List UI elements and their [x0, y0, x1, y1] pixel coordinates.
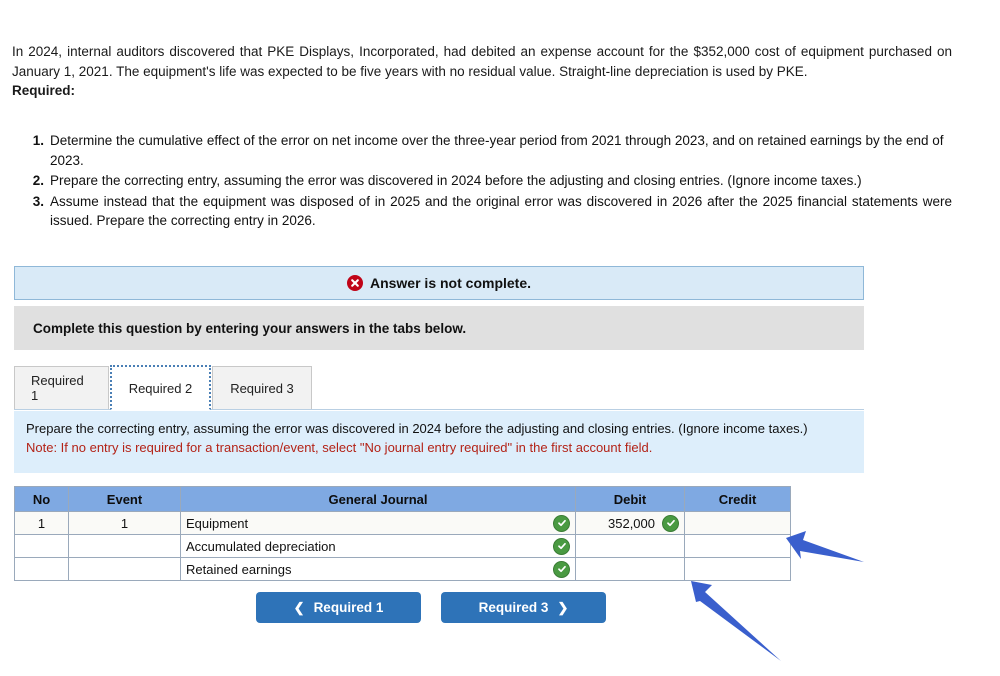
error-circle-x-icon — [346, 275, 363, 291]
requirements-list: 1. Determine the cumulative effect of th… — [22, 131, 952, 232]
next-required-button[interactable]: Required 3 ❯ — [441, 592, 606, 623]
journal-table-body: 1 1 Equipment 352,000 Accumulated deprec… — [14, 511, 791, 581]
tab-strip: Required 1 Required 2 Required 3 — [14, 365, 864, 410]
list-item-number: 1. — [32, 133, 44, 148]
tab-required-1[interactable]: Required 1 — [14, 366, 109, 409]
cell-general-journal[interactable]: Equipment — [180, 511, 576, 535]
cell-no — [14, 534, 69, 558]
tab-label: Required 3 — [230, 380, 294, 396]
column-header-no: No — [14, 486, 69, 512]
journal-table-head: No Event General Journal Debit Credit — [14, 486, 791, 512]
table-row: Retained earnings — [14, 557, 791, 581]
list-item: 2. Prepare the correcting entry, assumin… — [22, 171, 952, 191]
debit-amount: 352,000 — [608, 515, 655, 531]
answer-status-content: Answer is not complete. — [346, 275, 532, 291]
instruction-bar-text: Complete this question by entering your … — [33, 320, 467, 336]
answer-status-text: Answer is not complete. — [369, 275, 532, 291]
next-button-label: Required 3 — [478, 600, 549, 615]
list-item-text: Determine the cumulative effect of the e… — [50, 133, 944, 168]
cell-no: 1 — [14, 511, 69, 535]
tab-label: Required 1 — [31, 373, 84, 403]
annotation-arrow-credit-row-3 — [691, 581, 781, 661]
journal-table-header-row: No Event General Journal Debit Credit — [14, 486, 791, 512]
cell-debit[interactable] — [575, 557, 685, 581]
question-page: In 2024, internal auditors discovered th… — [0, 0, 1000, 676]
cell-event — [68, 534, 181, 558]
cell-event — [68, 557, 181, 581]
required-label: Required: — [12, 83, 76, 98]
valid-check-icon — [553, 560, 570, 578]
valid-check-icon — [553, 537, 570, 555]
intro-paragraph: In 2024, internal auditors discovered th… — [12, 44, 952, 79]
cell-credit[interactable] — [684, 557, 791, 581]
list-item-number: 2. — [32, 173, 44, 188]
prev-required-button[interactable]: ❮ Required 1 — [256, 592, 421, 623]
chevron-left-icon: ❮ — [293, 600, 305, 615]
list-item-text: Prepare the correcting entry, assuming t… — [50, 173, 862, 188]
account-name: Equipment — [186, 515, 249, 531]
column-header-credit: Credit — [684, 486, 791, 512]
cell-debit[interactable] — [575, 534, 685, 558]
column-header-event: Event — [68, 486, 181, 512]
tab-required-3[interactable]: Required 3 — [212, 366, 312, 409]
account-name: Retained earnings — [186, 561, 292, 577]
cell-credit[interactable] — [684, 534, 791, 558]
column-header-general-journal: General Journal — [180, 486, 576, 512]
list-item: 3. Assume instead that the equipment was… — [22, 192, 952, 231]
cell-event: 1 — [68, 511, 181, 535]
cell-credit[interactable] — [684, 511, 791, 535]
table-row: Accumulated depreciation — [14, 534, 791, 558]
valid-check-icon — [662, 514, 679, 532]
chevron-right-icon: ❯ — [557, 600, 569, 615]
cell-general-journal[interactable]: Accumulated depreciation — [180, 534, 576, 558]
list-item-text: Assume instead that the equipment was di… — [50, 193, 952, 229]
account-name: Accumulated depreciation — [186, 538, 336, 554]
tab-label: Required 2 — [128, 380, 193, 396]
cell-general-journal[interactable]: Retained earnings — [180, 557, 576, 581]
cell-no — [14, 557, 69, 581]
tab-panel-instructions: Prepare the correcting entry, assuming t… — [14, 411, 864, 473]
column-header-debit: Debit — [575, 486, 685, 512]
cell-debit[interactable]: 352,000 — [575, 511, 685, 535]
answer-status-banner: Answer is not complete. — [14, 266, 864, 300]
question-intro: In 2024, internal auditors discovered th… — [12, 42, 952, 101]
list-item-number: 3. — [32, 193, 44, 209]
journal-entry-table: No Event General Journal Debit Credit 1 … — [14, 486, 791, 581]
list-item: 1. Determine the cumulative effect of th… — [22, 131, 952, 170]
prev-button-label: Required 1 — [313, 600, 384, 615]
tab-panel-note: Note: If no entry is required for a tran… — [26, 440, 653, 455]
valid-check-icon — [553, 514, 570, 532]
tab-panel-description: Prepare the correcting entry, assuming t… — [26, 421, 808, 436]
table-row: 1 1 Equipment 352,000 — [14, 511, 791, 535]
annotation-arrow-credit-row-2 — [786, 531, 864, 562]
instruction-bar: Complete this question by entering your … — [14, 306, 864, 350]
tab-required-2[interactable]: Required 2 — [110, 365, 211, 410]
